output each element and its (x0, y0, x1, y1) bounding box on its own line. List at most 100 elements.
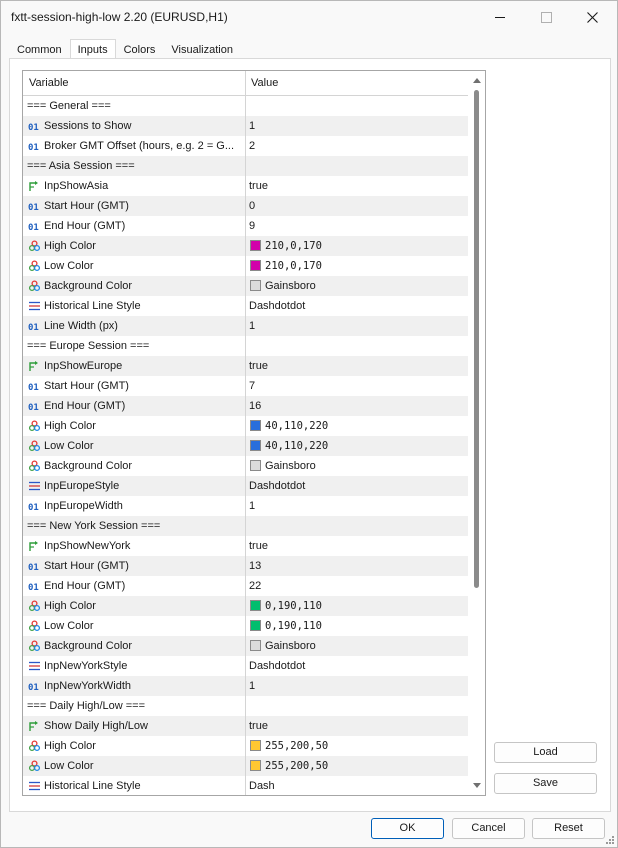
value-cell[interactable]: Dashdotdot (246, 656, 468, 676)
input-row[interactable]: Historical Line Style Dashdotdot (23, 296, 468, 316)
value-cell[interactable]: 255,200,50 (246, 756, 468, 776)
variable-cell: Show Daily High/Low (23, 716, 246, 736)
section-header-row[interactable]: === New York Session === (23, 516, 468, 536)
variable-label: Low Color (44, 440, 94, 452)
variable-label: InpEuropeWidth (44, 500, 123, 512)
value-cell[interactable]: true (246, 176, 468, 196)
variable-cell: === Daily High/Low === (23, 696, 246, 716)
input-row[interactable]: InpShowEurope true (23, 356, 468, 376)
scroll-down-arrow-icon[interactable] (473, 783, 481, 788)
variable-label: End Hour (GMT) (44, 580, 126, 592)
input-row[interactable]: Background Color Gainsboro (23, 636, 468, 656)
value-cell[interactable]: 1 (246, 496, 468, 516)
boolean-icon (28, 720, 42, 732)
value-cell[interactable]: Gainsboro (246, 276, 468, 296)
column-divider[interactable] (245, 71, 246, 95)
input-row[interactable]: Background Color Gainsboro (23, 456, 468, 476)
column-header-variable[interactable]: Variable (29, 77, 69, 89)
value-cell[interactable]: Gainsboro (246, 456, 468, 476)
section-header-row[interactable]: === General === (23, 96, 468, 116)
value-text: 16 (249, 400, 262, 412)
value-cell[interactable]: 9 (246, 216, 468, 236)
value-cell[interactable]: 7 (246, 376, 468, 396)
section-header-row[interactable]: === Europe Session === (23, 336, 468, 356)
value-cell[interactable] (246, 696, 468, 716)
value-cell[interactable]: 2 (246, 136, 468, 156)
inputs-grid[interactable]: Variable Value === General === 01 Sessions… (22, 70, 486, 796)
scroll-up-arrow-icon[interactable] (473, 78, 481, 83)
input-row[interactable]: 01 Line Width (px) 1 (23, 316, 468, 336)
value-cell[interactable]: 255,200,50 (246, 736, 468, 756)
input-row[interactable]: Low Color 255,200,50 (23, 756, 468, 776)
input-row[interactable]: 01 End Hour (GMT) 22 (23, 576, 468, 596)
variable-cell: InpShowNewYork (23, 536, 246, 556)
value-cell[interactable] (246, 336, 468, 356)
value-text: 255,200,50 (265, 760, 329, 772)
input-row[interactable]: 01 Start Hour (GMT) 0 (23, 196, 468, 216)
value-cell[interactable] (246, 96, 468, 116)
ok-button[interactable]: OK (371, 818, 444, 839)
input-row[interactable]: InpNewYorkStyle Dashdotdot (23, 656, 468, 676)
value-cell[interactable]: 0,190,110 (246, 616, 468, 636)
vertical-scrollbar[interactable] (469, 71, 485, 795)
value-cell[interactable] (246, 156, 468, 176)
value-cell[interactable]: true (246, 356, 468, 376)
value-cell[interactable]: 1 (246, 676, 468, 696)
value-cell[interactable]: 210,0,170 (246, 256, 468, 276)
minimize-button[interactable] (477, 1, 523, 33)
input-row[interactable]: Low Color 0,190,110 (23, 616, 468, 636)
input-row[interactable]: InpEuropeStyle Dashdotdot (23, 476, 468, 496)
value-cell[interactable]: 22 (246, 576, 468, 596)
input-row[interactable]: 01 Start Hour (GMT) 13 (23, 556, 468, 576)
close-button[interactable] (569, 1, 615, 33)
value-cell[interactable] (246, 516, 468, 536)
value-cell[interactable]: 40,110,220 (246, 436, 468, 456)
value-text: 0 (249, 200, 256, 212)
input-row[interactable]: High Color 0,190,110 (23, 596, 468, 616)
input-row[interactable]: 01 Sessions to Show 1 (23, 116, 468, 136)
value-cell[interactable]: 1 (246, 116, 468, 136)
section-header-row[interactable]: === Daily High/Low === (23, 696, 468, 716)
section-header-row[interactable]: === Asia Session === (23, 156, 468, 176)
value-cell[interactable]: Dashdotdot (246, 476, 468, 496)
input-row[interactable]: 01 Start Hour (GMT) 7 (23, 376, 468, 396)
input-row[interactable]: 01 End Hour (GMT) 9 (23, 216, 468, 236)
value-cell[interactable]: true (246, 716, 468, 736)
scroll-thumb[interactable] (474, 90, 479, 588)
value-cell[interactable]: Gainsboro (246, 636, 468, 656)
load-button[interactable]: Load (494, 742, 597, 763)
input-row[interactable]: Low Color 210,0,170 (23, 256, 468, 276)
save-button[interactable]: Save (494, 773, 597, 794)
value-text: true (249, 540, 268, 552)
value-cell[interactable]: 13 (246, 556, 468, 576)
input-row[interactable]: Historical Line Style Dash (23, 776, 468, 795)
input-row[interactable]: High Color 210,0,170 (23, 236, 468, 256)
input-row[interactable]: 01 InpNewYorkWidth 1 (23, 676, 468, 696)
input-row[interactable]: 01 End Hour (GMT) 16 (23, 396, 468, 416)
input-row[interactable]: 01 Broker GMT Offset (hours, e.g. 2 = G..… (23, 136, 468, 156)
value-cell[interactable]: 0,190,110 (246, 596, 468, 616)
input-row[interactable]: InpShowAsia true (23, 176, 468, 196)
input-row[interactable]: High Color 40,110,220 (23, 416, 468, 436)
value-cell[interactable]: 0 (246, 196, 468, 216)
value-cell[interactable]: Dashdotdot (246, 296, 468, 316)
value-cell[interactable]: true (246, 536, 468, 556)
input-row[interactable]: Background Color Gainsboro (23, 276, 468, 296)
input-row[interactable]: Low Color 40,110,220 (23, 436, 468, 456)
resize-grip-icon[interactable] (605, 835, 615, 845)
value-cell[interactable]: 40,110,220 (246, 416, 468, 436)
input-row[interactable]: InpShowNewYork true (23, 536, 468, 556)
variable-label: InpNewYorkStyle (44, 660, 128, 672)
value-cell[interactable]: 1 (246, 316, 468, 336)
title-bar[interactable]: fxtt-session-high-low 2.20 (EURUSD,H1) (1, 1, 617, 33)
input-row[interactable]: High Color 255,200,50 (23, 736, 468, 756)
input-row[interactable]: 01 InpEuropeWidth 1 (23, 496, 468, 516)
value-cell[interactable]: Dash (246, 776, 468, 795)
variable-label: Low Color (44, 760, 94, 772)
value-cell[interactable]: 210,0,170 (246, 236, 468, 256)
reset-button[interactable]: Reset (532, 818, 605, 839)
input-row[interactable]: Show Daily High/Low true (23, 716, 468, 736)
column-header-value[interactable]: Value (251, 77, 278, 89)
value-cell[interactable]: 16 (246, 396, 468, 416)
cancel-button[interactable]: Cancel (452, 818, 525, 839)
